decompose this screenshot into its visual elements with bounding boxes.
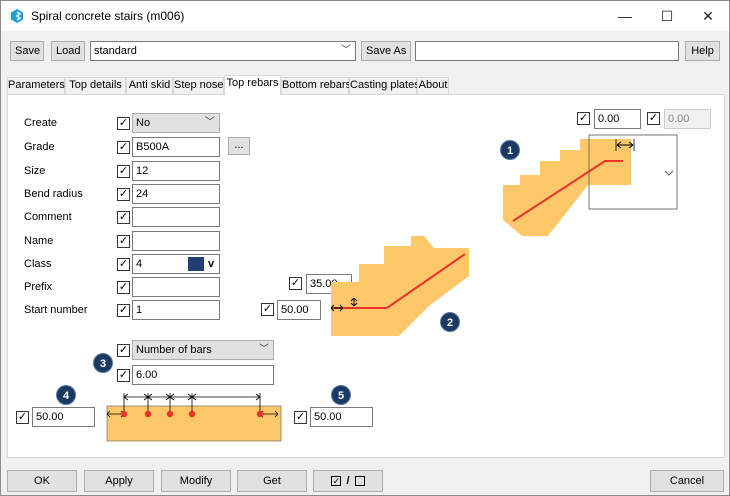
- start-number-checkbox[interactable]: ✓: [117, 304, 130, 317]
- save-as-button[interactable]: Save As: [361, 41, 411, 61]
- toggle-checkboxes-button[interactable]: ✓ /: [313, 470, 383, 492]
- diagram2-left-checkbox[interactable]: ✓: [261, 303, 274, 316]
- title-bar: Spiral concrete stairs (m006) — ☐ ✕: [1, 1, 729, 31]
- preset-value: standard: [94, 45, 137, 57]
- prefix-input[interactable]: [132, 277, 220, 297]
- badge-3: 3: [93, 353, 113, 373]
- toggle-separator: /: [346, 475, 350, 487]
- badge-2: 2: [440, 312, 460, 332]
- tab-step-nose[interactable]: Step nose: [173, 77, 224, 94]
- start-number-input[interactable]: 1: [132, 300, 220, 320]
- left-cover-input[interactable]: 50.00: [32, 407, 95, 427]
- diagram2-top-checkbox[interactable]: ✓: [289, 277, 302, 290]
- prefix-label: Prefix: [24, 281, 53, 293]
- spacing-mode-checkbox[interactable]: ✓: [117, 344, 130, 357]
- close-button[interactable]: ✕: [685, 1, 730, 31]
- name-checkbox[interactable]: ✓: [117, 235, 130, 248]
- top-right-checkbox-1[interactable]: ✓: [577, 112, 590, 125]
- modify-button[interactable]: Modify: [161, 470, 231, 492]
- tab-top-details[interactable]: Top details: [65, 77, 126, 94]
- chevron-down-icon: ﹀: [205, 117, 215, 128]
- tab-casting-plates[interactable]: Casting plates: [349, 77, 420, 94]
- create-value: No: [136, 117, 151, 129]
- bend-radius-checkbox[interactable]: ✓: [117, 188, 130, 201]
- right-cover-input[interactable]: 50.00: [310, 407, 373, 427]
- class-label: Class: [24, 258, 52, 270]
- comment-label: Comment: [24, 211, 72, 223]
- class-checkbox[interactable]: ✓: [117, 258, 130, 271]
- right-cover-checkbox[interactable]: ✓: [294, 411, 307, 424]
- prefix-checkbox[interactable]: ✓: [117, 281, 130, 294]
- chevron-down-icon: ﹀: [341, 45, 351, 56]
- top-right-checkbox-2[interactable]: ✓: [647, 112, 660, 125]
- top-right-value-2-input: 0.00: [664, 109, 711, 129]
- get-button[interactable]: Get: [237, 470, 307, 492]
- cancel-button[interactable]: Cancel: [650, 470, 724, 492]
- size-checkbox[interactable]: ✓: [117, 165, 130, 178]
- apply-button[interactable]: Apply: [84, 470, 154, 492]
- spacing-mode-value: Number of bars: [136, 344, 212, 356]
- window-title: Spiral concrete stairs (m006): [31, 9, 185, 23]
- tab-top-rebars[interactable]: Top rebars: [224, 75, 281, 95]
- tab-bottom-rebars[interactable]: Bottom rebars: [281, 77, 351, 94]
- save-as-name-input[interactable]: [415, 41, 679, 61]
- spacing-value-input[interactable]: 6.00: [132, 365, 274, 385]
- save-button[interactable]: Save: [10, 41, 44, 61]
- left-cover-checkbox[interactable]: ✓: [16, 411, 29, 424]
- checked-box-icon: ✓: [331, 476, 342, 487]
- spacing-value-checkbox[interactable]: ✓: [117, 369, 130, 382]
- size-input[interactable]: 12: [132, 161, 220, 181]
- class-input[interactable]: 4 v: [132, 254, 220, 274]
- comment-input[interactable]: [132, 207, 220, 227]
- preset-select[interactable]: standard ﹀: [90, 41, 356, 61]
- minimize-button[interactable]: —: [602, 1, 648, 31]
- grade-browse-button[interactable]: ...: [228, 137, 250, 155]
- bend-radius-input[interactable]: 24: [132, 184, 220, 204]
- grade-label: Grade: [24, 141, 55, 153]
- grade-checkbox[interactable]: ✓: [117, 141, 130, 154]
- ok-button[interactable]: OK: [7, 470, 77, 492]
- comment-checkbox[interactable]: ✓: [117, 211, 130, 224]
- tab-about[interactable]: About: [417, 77, 449, 94]
- tab-anti-skid[interactable]: Anti skid: [126, 77, 173, 94]
- spacing-mode-select[interactable]: Number of bars ﹀: [132, 340, 274, 360]
- name-input[interactable]: [132, 231, 220, 251]
- badge-4: 4: [56, 385, 76, 405]
- create-label: Create: [24, 117, 58, 129]
- class-color-dropdown-button[interactable]: v: [208, 255, 214, 273]
- class-value: 4: [136, 258, 143, 270]
- chevron-down-icon: ﹀: [259, 344, 269, 355]
- app-logo-icon: [11, 9, 23, 23]
- diagram2-left-cover-input[interactable]: 50.00: [277, 300, 321, 320]
- tab-parameters[interactable]: Parameters: [7, 77, 65, 94]
- bend-radius-label: Bend radius: [24, 188, 83, 200]
- badge-1: 1: [500, 140, 520, 160]
- top-right-value-1-input[interactable]: 0.00: [594, 109, 641, 129]
- unchecked-box-icon: [354, 476, 365, 487]
- stair-diagram-1: [503, 134, 678, 236]
- badge-5: 5: [331, 385, 351, 405]
- maximize-button[interactable]: ☐: [644, 1, 690, 31]
- start-number-label: Start number: [24, 304, 88, 316]
- class-color-swatch: [188, 257, 204, 271]
- create-checkbox[interactable]: ✓: [117, 117, 130, 130]
- name-label: Name: [24, 235, 54, 247]
- help-button[interactable]: Help: [685, 41, 720, 61]
- dialog-window: Spiral concrete stairs (m006) — ☐ ✕ Save…: [0, 0, 730, 496]
- bar-distribution-diagram: [106, 393, 282, 442]
- size-label: Size: [24, 165, 46, 177]
- create-select[interactable]: No ﹀: [132, 113, 220, 133]
- load-button[interactable]: Load: [51, 41, 85, 61]
- grade-input[interactable]: B500A: [132, 137, 220, 157]
